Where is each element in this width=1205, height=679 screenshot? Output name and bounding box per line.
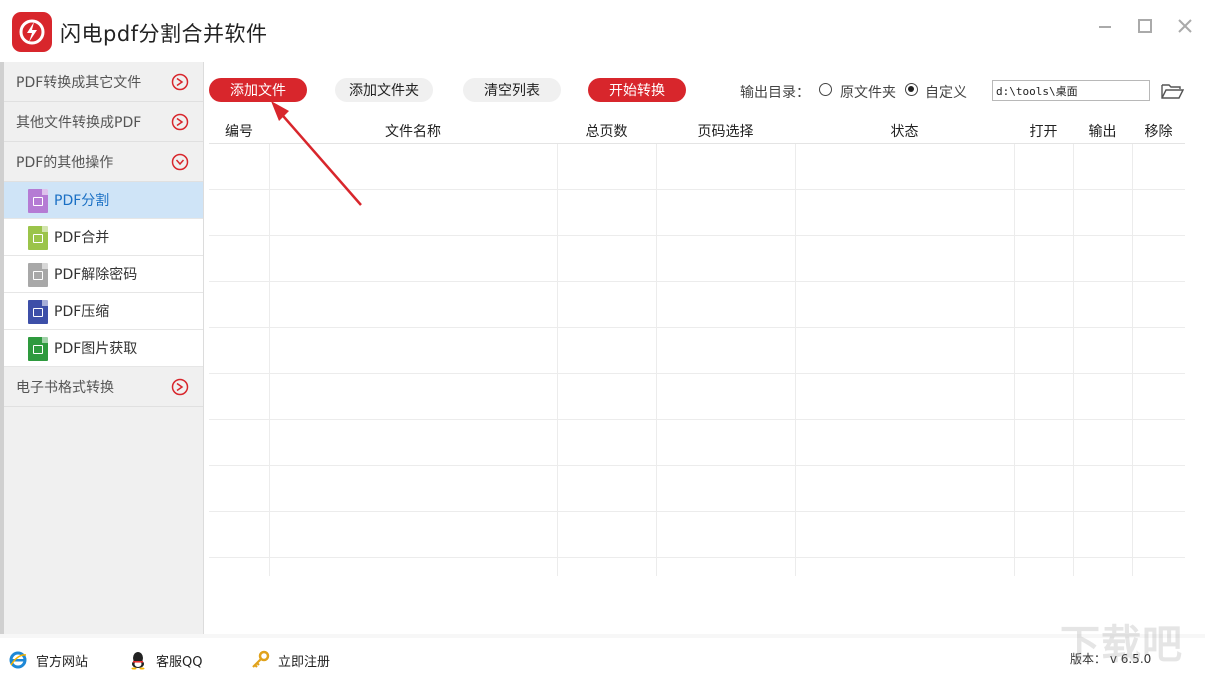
chevron-down-icon [171, 153, 189, 171]
column-header-index: 编号 [225, 124, 253, 140]
radio-custom-label: 自定义 [925, 85, 967, 101]
sidebar-category-ebook-convert[interactable]: 电子书格式转换 [4, 367, 203, 407]
pdf-compress-icon [28, 300, 48, 324]
row-divider [209, 511, 1185, 512]
row-divider [209, 189, 1185, 190]
column-header-remove: 移除 [1144, 124, 1173, 140]
radio-original-folder[interactable] [819, 83, 832, 96]
row-divider [209, 465, 1185, 466]
sidebar-item-pdf-split[interactable]: PDF分割 [4, 182, 203, 219]
start-convert-button[interactable]: 开始转换 [588, 78, 686, 102]
sidebar-item-label: PDF解除密码 [54, 267, 138, 283]
column-header-status: 状态 [890, 124, 919, 140]
sidebar-item-label: PDF分割 [54, 193, 110, 209]
footer: 官方网站 客服QQ 立即注册 版本： v 6.5.0 [0, 638, 1205, 679]
sidebar-category-pdf-to-other[interactable]: PDF转换成其它文件 [4, 62, 203, 102]
qq-penguin-icon [131, 652, 145, 670]
column-header-filename: 文件名称 [385, 124, 441, 140]
sidebar: PDF转换成其它文件 其他文件转换成PDF PDF的其他操作 PDF分割 PDF… [4, 62, 204, 634]
category-label: 其他文件转换成PDF [16, 114, 142, 131]
row-divider [209, 281, 1185, 282]
app-window: 闪电pdf分割合并软件 PDF转换成其它文件 其他文件转换成PDF PDF的其他… [0, 0, 1205, 679]
sidebar-item-pdf-unlock[interactable]: PDF解除密码 [4, 256, 203, 293]
row-divider [209, 373, 1185, 374]
toolbar: 添加文件 添加文件夹 清空列表 开始转换 输出目录： 原文件夹 自定义 d:\t… [205, 72, 1205, 112]
key-icon [252, 650, 270, 668]
radio-custom[interactable] [905, 83, 918, 96]
sidebar-category-pdf-other-ops[interactable]: PDF的其他操作 [4, 142, 203, 182]
pdf-split-icon [28, 189, 48, 213]
output-path-field[interactable]: d:\tools\桌面 [992, 80, 1150, 101]
output-directory-label: 输出目录： [740, 85, 810, 101]
row-divider [209, 235, 1185, 236]
row-divider [209, 419, 1185, 420]
support-label: 客服QQ [156, 654, 203, 670]
column-header-open: 打开 [1029, 124, 1058, 140]
sidebar-item-pdf-compress[interactable]: PDF压缩 [4, 293, 203, 330]
support-qq-link[interactable]: 客服QQ [128, 650, 202, 670]
chevron-right-icon [171, 73, 189, 91]
chevron-right-icon [171, 378, 189, 396]
app-title: 闪电pdf分割合并软件 [60, 22, 268, 46]
add-file-button[interactable]: 添加文件 [209, 78, 307, 102]
column-header-output: 输出 [1088, 124, 1117, 140]
sidebar-item-pdf-image-extract[interactable]: PDF图片获取 [4, 330, 203, 367]
website-link[interactable]: 官方网站 [8, 650, 88, 670]
radio-original-folder-label: 原文件夹 [840, 85, 896, 101]
sidebar-category-other-to-pdf[interactable]: 其他文件转换成PDF [4, 102, 203, 142]
row-divider [209, 557, 1185, 558]
register-label: 立即注册 [278, 654, 331, 670]
pdf-image-icon [28, 337, 48, 361]
column-header-total-pages: 总页数 [585, 124, 628, 140]
watermark-logo: 下载吧 [1060, 622, 1183, 668]
file-table: 编号 文件名称 总页数 页码选择 状态 打开 输出 移除 [209, 120, 1185, 576]
browser-icon [9, 651, 27, 669]
category-label: PDF的其他操作 [16, 154, 114, 171]
sidebar-item-label: PDF合并 [54, 230, 110, 246]
app-logo-icon [12, 12, 52, 52]
close-icon[interactable] [1175, 16, 1195, 36]
clear-list-button[interactable]: 清空列表 [463, 78, 561, 102]
row-divider [209, 327, 1185, 328]
chevron-right-icon [171, 113, 189, 131]
table-header: 编号 文件名称 总页数 页码选择 状态 打开 输出 移除 [209, 120, 1185, 144]
minimize-icon[interactable] [1095, 16, 1115, 36]
sidebar-item-label: PDF压缩 [54, 304, 110, 320]
folder-open-icon[interactable] [1160, 80, 1184, 102]
sidebar-item-label: PDF图片获取 [54, 341, 138, 357]
sidebar-item-pdf-merge[interactable]: PDF合并 [4, 219, 203, 256]
website-label: 官方网站 [36, 654, 89, 670]
register-link[interactable]: 立即注册 [250, 650, 330, 670]
category-label: PDF转换成其它文件 [16, 74, 142, 91]
maximize-icon[interactable] [1135, 16, 1155, 36]
title-bar: 闪电pdf分割合并软件 [0, 0, 1205, 62]
pdf-unlock-icon [28, 263, 48, 287]
add-folder-button[interactable]: 添加文件夹 [335, 78, 433, 102]
pdf-merge-icon [28, 226, 48, 250]
category-label: 电子书格式转换 [16, 379, 114, 396]
column-header-page-range: 页码选择 [697, 124, 754, 140]
